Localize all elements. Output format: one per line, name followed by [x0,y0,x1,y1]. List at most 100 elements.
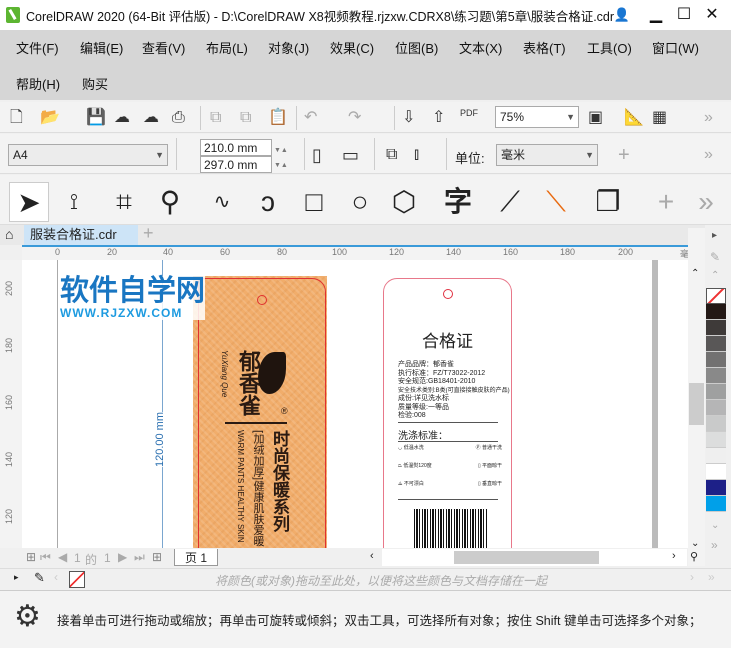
rulers-toggle-icon[interactable]: 📐 [624,108,644,128]
no-color-swatch[interactable] [706,288,726,304]
maximize-button[interactable]: ☐ [672,4,696,26]
menu-tools[interactable]: 工具(O) [587,38,632,57]
scroll-left-icon[interactable]: ‹ [370,550,374,562]
scroll-thumb[interactable] [454,551,599,564]
drop-shadow-tool[interactable]: ❐ [588,182,628,222]
palette-menu-icon[interactable]: ▸ [14,572,19,583]
add-icon[interactable]: + [618,145,630,165]
certificate-tag[interactable]: 合格证 产品品牌：郁香雀 执行标准：FZ/T73022-2012 安全规范:GB… [383,278,512,548]
color-swatch[interactable] [706,384,726,400]
settings-gear-icon[interactable]: ⚙ [14,599,41,634]
prev-page-icon[interactable]: ◀ [58,550,67,564]
horizontal-scrollbar[interactable] [382,549,687,566]
export-icon[interactable]: ⇧ [432,108,445,128]
artistic-media-tool[interactable]: ↄ [248,182,288,222]
page-size-select[interactable]: A4 ▼ [8,144,168,166]
color-swatch[interactable] [706,448,726,464]
open-icon[interactable]: 📂 [40,108,60,128]
add-page-after-icon[interactable]: ⊞ [152,550,162,564]
add-page-before-icon[interactable]: ⊞ [26,550,36,564]
dimension-tool[interactable]: ⟋ [490,182,530,222]
page-height-input[interactable]: 297.0 mm [200,156,272,173]
eyedropper-icon[interactable]: ✎ [710,250,720,264]
color-swatch[interactable] [706,480,726,496]
color-swatch[interactable] [706,368,726,384]
first-page-icon[interactable]: ⏮ [40,550,51,565]
scroll-right-icon[interactable]: › [690,570,694,584]
height-spinner[interactable]: ▼▲ [274,156,288,176]
paste-icon[interactable]: 📋 [268,108,288,128]
save-icon[interactable]: 💾 [86,108,106,128]
scroll-left-icon[interactable]: ‹ [54,570,58,584]
palette-menu-icon[interactable]: ▸ [712,230,717,241]
polygon-tool[interactable]: ⬡ [384,182,424,222]
menu-file[interactable]: 文件(F) [16,38,59,57]
no-color-swatch[interactable] [69,571,85,588]
rectangle-tool[interactable]: □ [294,182,334,222]
crop-tool[interactable]: ⌗ [104,182,144,222]
freehand-tool[interactable]: ∿ [202,182,242,222]
full-screen-icon[interactable]: ▣ [588,108,603,128]
scroll-down-icon[interactable]: ⌄ [691,538,699,549]
last-page-icon[interactable]: ⏭ [134,550,145,565]
scroll-thumb[interactable] [689,383,704,425]
zoom-level-combo[interactable]: 75% ▼ [495,106,579,128]
menu-view[interactable]: 查看(V) [142,38,185,57]
scroll-right-icon[interactable]: › [672,550,676,562]
menu-layout[interactable]: 布局(L) [206,38,248,57]
menu-effects[interactable]: 效果(C) [330,38,374,57]
document-tab[interactable]: 服装合格证.cdr [24,225,138,245]
toolbar-overflow-icon[interactable]: » [704,108,713,128]
palette-expand-icon[interactable]: » [711,538,718,552]
color-swatch[interactable] [706,432,726,448]
palette-expand-icon[interactable]: » [708,570,715,584]
grid-toggle-icon[interactable]: ▦ [652,108,667,128]
text-tool[interactable]: 字 [438,182,478,222]
account-icon[interactable]: 👤 [610,4,634,26]
menu-edit[interactable]: 编辑(E) [80,38,123,57]
menu-help[interactable]: 帮助(H) [16,74,60,93]
palette-scroll-up-icon[interactable]: ⌃ [711,270,719,281]
cloud-download-icon[interactable]: ☁ [114,108,130,128]
close-button[interactable]: ✕ [700,4,724,26]
palette-scroll-down-icon[interactable]: ⌄ [711,520,719,531]
zoom-tool[interactable]: ⚲ [150,182,190,222]
pick-tool[interactable]: ➤ [9,182,49,222]
menu-text[interactable]: 文本(X) [459,38,502,57]
redo-icon[interactable]: ↷ [348,108,361,128]
menu-window[interactable]: 窗口(W) [652,38,699,57]
color-swatch[interactable] [706,496,726,512]
publish-pdf-icon[interactable]: PDF [460,109,478,118]
toolbox-overflow-icon[interactable]: » [686,182,726,222]
menu-table[interactable]: 表格(T) [523,38,566,57]
menu-object[interactable]: 对象(J) [268,38,309,57]
page-width-input[interactable]: 210.0 mm [200,139,272,156]
cut-icon[interactable]: ⧉ [210,108,221,128]
zoom-navigator-icon[interactable]: ⚲ [690,550,698,563]
all-pages-icon[interactable]: ⧉ [386,145,397,165]
page-tab[interactable]: 页 1 [174,549,218,566]
new-tab-icon[interactable]: + [143,223,154,244]
color-swatch[interactable] [706,416,726,432]
color-swatch[interactable] [706,336,726,352]
scroll-up-icon[interactable]: ⌃ [691,268,699,279]
minimize-button[interactable]: ▁ [644,4,668,26]
units-select[interactable]: 毫米 ▼ [496,144,598,166]
color-swatch[interactable] [706,352,726,368]
landscape-icon[interactable]: ▭ [342,145,359,165]
portrait-icon[interactable]: ▯ [312,145,322,165]
menu-bitmaps[interactable]: 位图(B) [395,38,438,57]
ellipse-tool[interactable]: ○ [340,182,380,222]
toolbar-overflow-icon[interactable]: » [704,145,713,165]
cloud-upload-icon[interactable]: ☁ [143,108,159,128]
add-tool-icon[interactable]: + [646,182,686,222]
next-page-icon[interactable]: ▶ [118,550,127,564]
eyedropper-icon[interactable]: ✎ [34,570,45,586]
current-page-icon[interactable]: ⫾ [414,145,419,165]
undo-icon[interactable]: ↶ [304,108,317,128]
vertical-scrollbar[interactable]: ⌃ ⌄ [688,228,705,566]
copy-icon[interactable]: ⧉ [240,108,251,128]
drawing-canvas[interactable]: 120.00 mm 郁香雀 YuXiang Que ® 时尚保暖系列 [加绒加厚… [22,260,688,548]
home-icon[interactable]: ⌂ [5,226,13,242]
import-icon[interactable]: ⇩ [402,108,415,128]
